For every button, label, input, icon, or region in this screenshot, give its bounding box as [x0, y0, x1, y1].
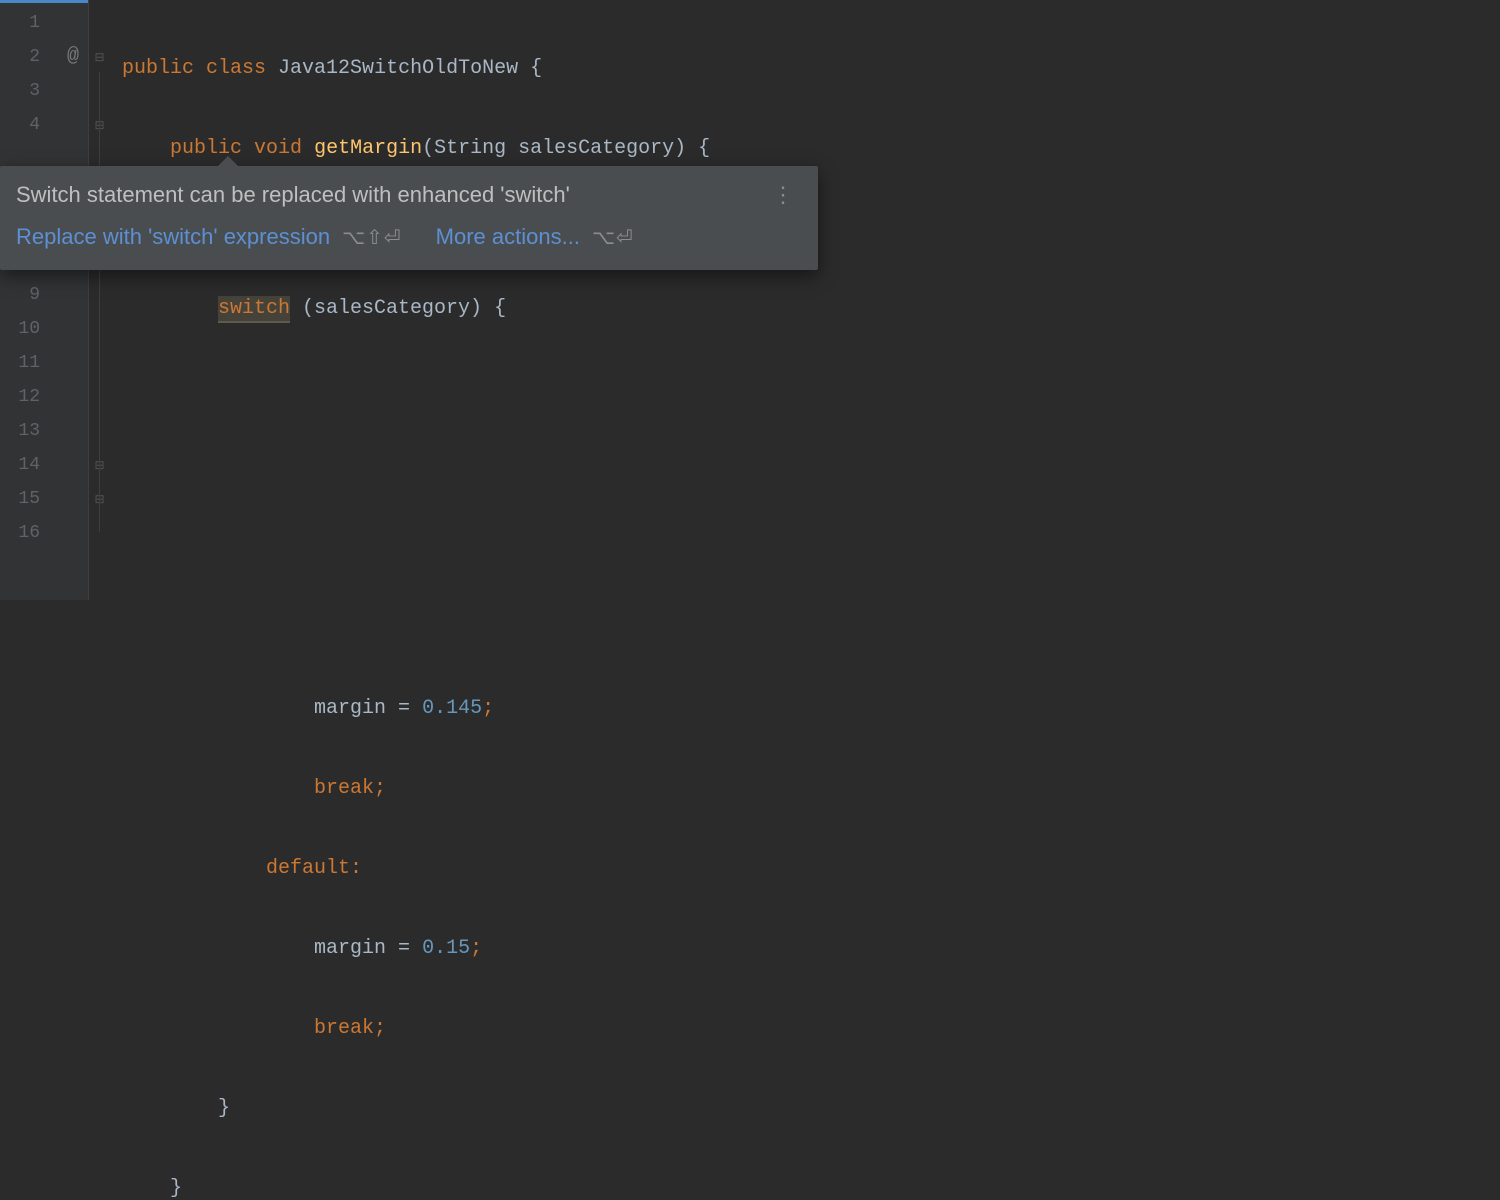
line-number: 11: [0, 346, 58, 380]
code-line: public class Java12SwitchOldToNew {: [122, 52, 1500, 86]
line-number: 3: [0, 74, 58, 108]
code-editor[interactable]: 1 2 3 4 9 10 11 12 13 14 15 16 @ ⊟ ⊟: [0, 0, 1500, 600]
tooltip-arrow-icon: [216, 156, 240, 168]
line-number: 1: [0, 6, 58, 40]
code-line: }: [122, 1172, 1500, 1200]
code-line: break;: [122, 772, 1500, 806]
line-number: 12: [0, 380, 58, 414]
code-line: margin = 0.15;: [122, 932, 1500, 966]
highlighted-keyword[interactable]: switch: [218, 296, 290, 323]
line-number: [0, 550, 58, 584]
action-label: More actions...: [436, 224, 580, 250]
inspection-message: Switch statement can be replaced with en…: [16, 182, 570, 208]
line-number: 16: [0, 516, 58, 550]
code-line: [122, 532, 1500, 566]
shortcut-hint: ⌥⇧⏎: [342, 225, 402, 250]
more-actions-link[interactable]: More actions... ⌥⏎: [436, 224, 634, 250]
line-number: 14: [0, 448, 58, 482]
code-area[interactable]: public class Java12SwitchOldToNew { publ…: [110, 0, 1500, 600]
replace-switch-action[interactable]: Replace with 'switch' expression ⌥⇧⏎: [16, 224, 402, 250]
shortcut-hint: ⌥⏎: [592, 225, 634, 250]
override-annotation-icon[interactable]: @: [58, 40, 88, 74]
code-line: margin = 0.145;: [122, 692, 1500, 726]
fold-gutter: ⊟ ⊟ ⊟ ⊟: [88, 0, 110, 600]
line-number: 15: [0, 482, 58, 516]
more-options-icon[interactable]: ⋮: [768, 184, 798, 206]
code-line: }: [122, 1092, 1500, 1126]
line-number: 9: [0, 278, 58, 312]
code-line: break;: [122, 1012, 1500, 1046]
line-number: 10: [0, 312, 58, 346]
line-number-gutter: 1 2 3 4 9 10 11 12 13 14 15 16: [0, 0, 58, 600]
annotation-gutter: @: [58, 0, 88, 600]
code-line: public void getMargin(String salesCatego…: [122, 132, 1500, 166]
code-line: switch (salesCategory) {: [122, 292, 1500, 326]
code-line: [122, 452, 1500, 486]
code-line: default:: [122, 852, 1500, 886]
action-label: Replace with 'switch' expression: [16, 224, 330, 250]
inspection-tooltip: Switch statement can be replaced with en…: [0, 166, 818, 270]
line-number: 2: [0, 40, 58, 74]
line-number: 4: [0, 108, 58, 142]
code-line: [122, 612, 1500, 646]
line-number: 13: [0, 414, 58, 448]
fold-handle-icon[interactable]: ⊟: [89, 40, 110, 74]
code-line: [122, 372, 1500, 406]
